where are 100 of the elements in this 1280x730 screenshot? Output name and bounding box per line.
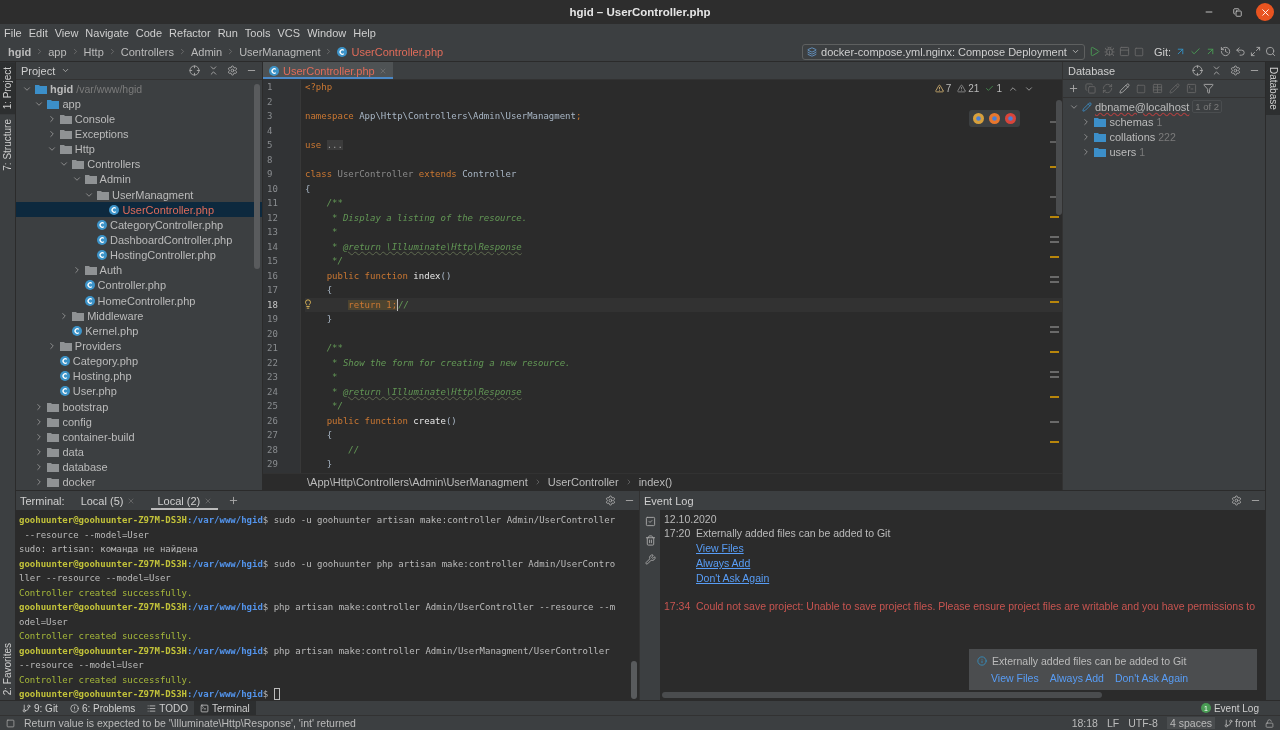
layout-icon[interactable] [1250, 46, 1261, 57]
tree-item[interactable]: Category.php [16, 353, 262, 369]
dropdown-icon[interactable] [61, 66, 71, 75]
tree-item[interactable]: Http [16, 141, 262, 157]
tree-item[interactable]: database [16, 459, 262, 475]
code-breadcrumb[interactable]: index() [638, 476, 673, 488]
menu-item[interactable]: Navigate [85, 27, 129, 39]
tool-window-button[interactable]: Terminal [194, 700, 256, 716]
tree-item[interactable]: collations 222 [1063, 129, 1265, 145]
scrollbar[interactable] [662, 692, 1102, 698]
tree-item[interactable]: data [16, 444, 262, 460]
menu-item[interactable]: Refactor [169, 27, 211, 39]
typo-count[interactable]: 1 [985, 83, 1002, 94]
lock-icon[interactable] [1265, 718, 1274, 728]
terminal-tab[interactable]: Local (2) [151, 491, 219, 510]
nav-crumb[interactable]: Controllers [120, 45, 174, 58]
nav-crumb[interactable]: UserManagment [239, 45, 321, 58]
log-link[interactable]: Don't Ask Again [696, 572, 770, 584]
close-icon[interactable] [378, 66, 387, 75]
tool-window-button[interactable]: 6: Problems [63, 700, 142, 716]
edit-icon[interactable] [1119, 83, 1130, 94]
scrollbar[interactable] [1056, 100, 1062, 215]
collapse-icon[interactable] [208, 65, 219, 76]
menu-item[interactable]: Code [135, 27, 163, 39]
terminal-tab[interactable]: Local (5) [74, 491, 142, 510]
log-link[interactable]: Always Add [696, 557, 751, 569]
settings-icon[interactable] [227, 65, 238, 76]
notification-link[interactable]: View Files [991, 672, 1039, 684]
tree-item[interactable]: HomeController.php [16, 292, 262, 309]
tree-item[interactable]: Auth [16, 262, 262, 278]
git-branch[interactable]: front [1224, 717, 1256, 729]
nav-crumb[interactable]: app [48, 45, 67, 58]
update-icon[interactable] [1175, 46, 1186, 57]
lightbulb-icon[interactable] [303, 298, 313, 309]
tool-window-button[interactable]: 9: Git [16, 700, 64, 716]
nav-crumb[interactable]: UserController.php [351, 45, 444, 58]
tool-window-tab[interactable]: 7: Structure [0, 114, 15, 176]
line-separator[interactable]: LF [1106, 717, 1120, 729]
tree-item[interactable]: DashboardController.php [16, 232, 262, 248]
code-breadcrumb[interactable]: UserController [547, 476, 619, 488]
commit-icon[interactable] [1190, 46, 1201, 57]
tree-item[interactable]: User.php [16, 383, 262, 399]
scrollbar[interactable] [631, 661, 637, 699]
run-icon[interactable] [1088, 46, 1100, 57]
tree-item[interactable]: Controllers [16, 156, 262, 172]
indent-setting[interactable]: 4 spaces [1166, 717, 1215, 729]
tree-item[interactable]: Controller.php [16, 277, 262, 293]
browser-icon[interactable] [989, 113, 1000, 124]
tree-item[interactable]: Admin [16, 171, 262, 187]
warning-count[interactable]: 7 [934, 83, 952, 94]
menu-item[interactable]: Window [307, 27, 347, 39]
refresh-icon[interactable] [1102, 83, 1113, 94]
tree-item[interactable]: docker [16, 474, 262, 490]
close-icon[interactable] [204, 496, 213, 505]
tree-item[interactable]: hgid /var/www/hgid [16, 81, 262, 97]
tree-item[interactable]: Hosting.php [16, 368, 262, 384]
notification-link[interactable]: Don't Ask Again [1114, 672, 1189, 684]
stop-icon[interactable] [1136, 83, 1146, 94]
undo-icon[interactable] [1235, 46, 1246, 57]
menu-item[interactable]: Run [217, 27, 238, 39]
tree-item[interactable]: Exceptions [16, 126, 262, 142]
file-encoding[interactable]: UTF-8 [1128, 717, 1158, 729]
tree-item[interactable]: users 1 [1063, 144, 1265, 160]
tree-item[interactable]: Console [16, 111, 262, 127]
add-icon[interactable] [1068, 83, 1079, 94]
tree-item[interactable]: bootstrap [16, 398, 262, 415]
stop-icon[interactable] [1133, 46, 1144, 57]
caret-position[interactable]: 18:18 [1071, 717, 1098, 729]
tree-item[interactable]: Middleware [16, 308, 262, 324]
push-icon[interactable] [1205, 46, 1216, 57]
close-icon[interactable] [127, 496, 136, 505]
filter-icon[interactable] [1203, 83, 1214, 94]
weak-warning-count[interactable]: 21 [957, 83, 980, 94]
tree-item[interactable]: app [16, 96, 262, 112]
tree-item[interactable]: Kernel.php [16, 323, 262, 339]
browser-icon[interactable] [973, 113, 984, 124]
menu-item[interactable]: VCS [277, 27, 301, 39]
panel-title[interactable]: Project [21, 64, 56, 77]
delete-icon[interactable] [644, 535, 656, 546]
run-config-dropdown[interactable]: docker-compose.yml.nginx: Compose Deployment [802, 43, 1085, 60]
collapse-icon[interactable] [1211, 65, 1222, 76]
close-button[interactable] [1256, 3, 1274, 21]
add-icon[interactable] [228, 495, 240, 506]
tree-item[interactable]: UserController.php [16, 202, 262, 218]
menu-item[interactable]: Help [353, 27, 376, 39]
settings-icon[interactable] [1230, 65, 1241, 76]
settings-icon[interactable] [605, 495, 616, 506]
debug-icon[interactable] [1103, 46, 1115, 57]
menu-item[interactable]: Edit [28, 27, 48, 39]
scrollbar[interactable] [254, 84, 260, 269]
browser-icon[interactable] [1005, 113, 1016, 124]
locate-icon[interactable] [189, 65, 200, 76]
copy-icon[interactable] [1085, 83, 1096, 94]
tree-item[interactable]: HostingController.php [16, 247, 262, 263]
menu-item[interactable]: View [54, 27, 79, 39]
tool-window-tab[interactable]: Database [1266, 62, 1280, 115]
search-icon[interactable] [1265, 46, 1276, 57]
tree-item[interactable]: schemas 1 [1063, 114, 1265, 130]
history-icon[interactable] [1220, 46, 1231, 57]
tree-item[interactable]: config [16, 414, 262, 430]
